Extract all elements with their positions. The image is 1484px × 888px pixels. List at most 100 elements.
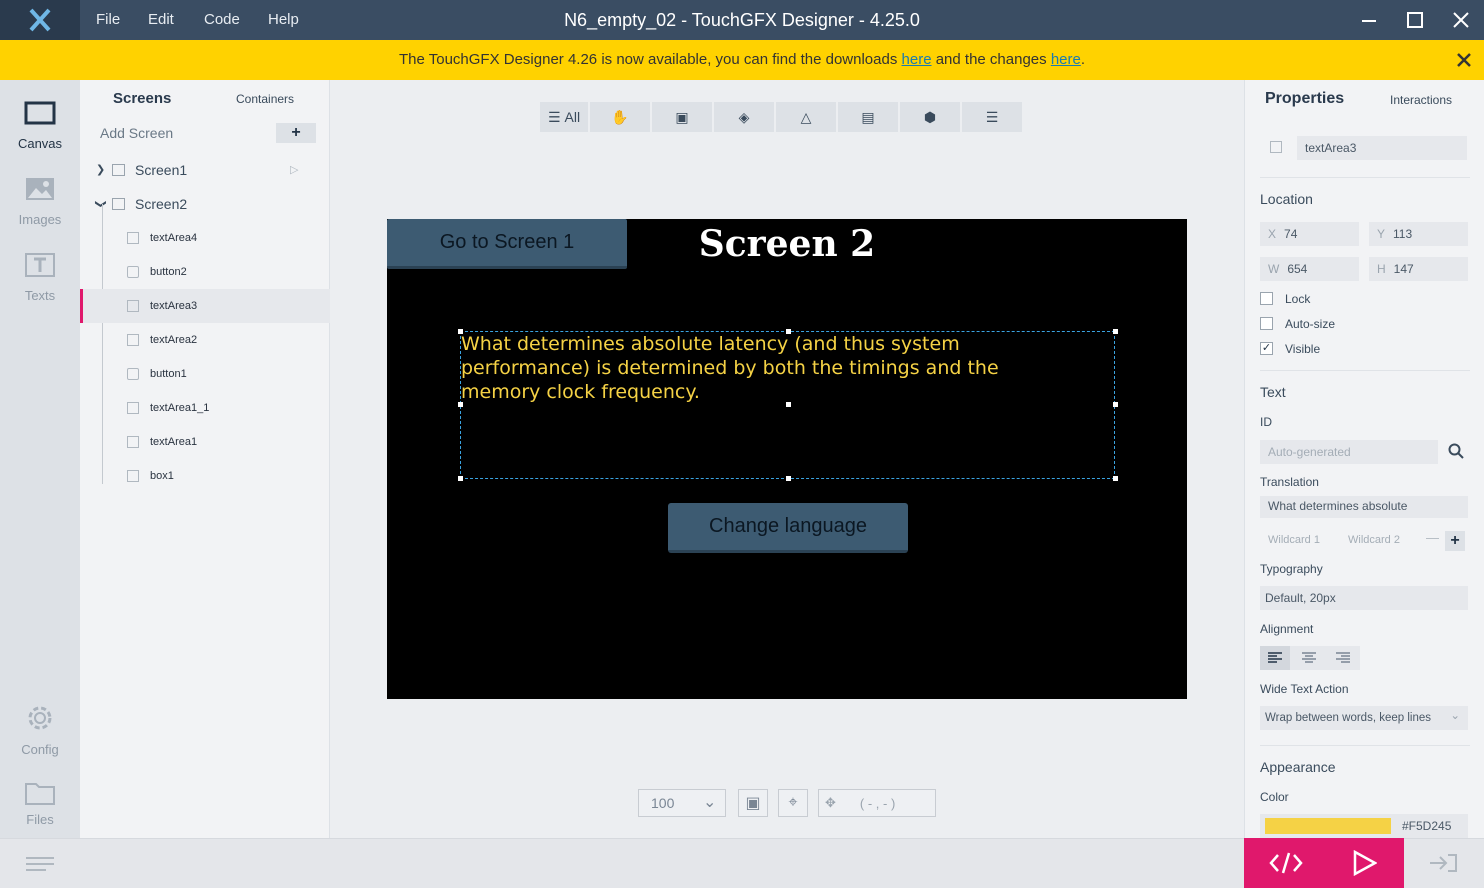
resize-handle[interactable]: [458, 329, 463, 334]
text-widget-icon: [127, 232, 139, 244]
tab-containers[interactable]: Containers: [236, 92, 294, 106]
nav-config[interactable]: Config: [0, 690, 80, 760]
resize-handle[interactable]: [1113, 476, 1118, 481]
nav-images[interactable]: Images: [0, 164, 80, 234]
nav-files[interactable]: Files: [0, 768, 80, 838]
resize-handle[interactable]: [1113, 329, 1118, 334]
nav-canvas[interactable]: Canvas: [0, 88, 80, 158]
nav-label: Images: [18, 212, 62, 227]
visible-checkbox[interactable]: ✓: [1260, 342, 1273, 355]
filter-all-button[interactable]: ☰ All: [540, 102, 588, 132]
play-icon[interactable]: ▷: [290, 153, 298, 187]
search-id-button[interactable]: [1448, 443, 1466, 461]
tree-widget[interactable]: textArea1: [80, 425, 330, 459]
downloads-link[interactable]: here: [902, 51, 932, 68]
tree-widget[interactable]: box1: [80, 459, 330, 493]
y-input[interactable]: Y 113: [1369, 222, 1468, 246]
close-window-button[interactable]: [1438, 0, 1484, 40]
filter-misc-button[interactable]: ☰: [962, 102, 1022, 132]
menu-file[interactable]: File: [96, 0, 120, 40]
translation-input[interactable]: What determines absolute: [1260, 496, 1468, 518]
chevron-right-icon[interactable]: ❯: [96, 153, 105, 187]
wide-text-label: Wide Text Action: [1260, 682, 1349, 696]
tree-label: button2: [150, 266, 187, 278]
filter-progress-button[interactable]: ▤: [838, 102, 898, 132]
maximize-button[interactable]: [1392, 0, 1438, 40]
wildcard2-button[interactable]: Wildcard 2: [1348, 534, 1400, 546]
align-right-button[interactable]: [1328, 646, 1358, 670]
resize-handle[interactable]: [1113, 402, 1118, 407]
button-widget-icon: [127, 368, 139, 380]
tree-widget[interactable]: button1: [80, 357, 330, 391]
wide-text-select[interactable]: Wrap between words, keep lines ⌄: [1260, 706, 1468, 730]
filter-buttons-button[interactable]: ✋: [590, 102, 650, 132]
tree-widget-selected[interactable]: textArea3: [80, 289, 330, 323]
wildcard1-button[interactable]: Wildcard 1: [1268, 534, 1320, 546]
hamburger-icon: [26, 857, 54, 871]
generate-code-button[interactable]: [1266, 848, 1306, 878]
resize-handle[interactable]: [458, 476, 463, 481]
go-to-screen1-button[interactable]: Go to Screen 1: [387, 219, 627, 269]
resize-handle[interactable]: [786, 402, 791, 407]
w-input[interactable]: W 654: [1260, 257, 1359, 281]
menu-code[interactable]: Code: [204, 0, 240, 40]
tree-widget[interactable]: textArea2: [80, 323, 330, 357]
resize-handle[interactable]: [786, 329, 791, 334]
screen-title[interactable]: Screen 2: [677, 223, 897, 265]
fit-view-button[interactable]: ▣: [738, 789, 768, 817]
h-input[interactable]: H 147: [1369, 257, 1468, 281]
id-input[interactable]: Auto-generated: [1260, 440, 1438, 464]
x-input[interactable]: X 74: [1260, 222, 1359, 246]
tree-widget[interactable]: textArea4: [80, 221, 330, 255]
menu-edit[interactable]: Edit: [148, 0, 174, 40]
h-label: H: [1377, 262, 1386, 276]
tree-widget[interactable]: textArea1_1: [80, 391, 330, 425]
coordinate-value: ( - , - ): [859, 795, 896, 811]
filter-containers-button[interactable]: ◈: [714, 102, 774, 132]
zoom-select[interactable]: 100 ⌄: [638, 789, 726, 817]
remove-wildcard-button[interactable]: —: [1426, 530, 1439, 545]
autosize-checkbox[interactable]: [1260, 317, 1273, 330]
changes-link[interactable]: here: [1051, 51, 1081, 68]
crop-button[interactable]: ⌖: [778, 789, 808, 817]
change-language-button[interactable]: Change language: [668, 503, 908, 553]
tree-label: textArea3: [150, 300, 198, 312]
tab-interactions[interactable]: Interactions: [1390, 93, 1452, 107]
resize-handle[interactable]: [786, 476, 791, 481]
align-center-button[interactable]: [1294, 646, 1324, 670]
banner-close-button[interactable]: [1452, 48, 1476, 72]
divider: [1260, 370, 1470, 371]
filter-shapes-button[interactable]: △: [776, 102, 836, 132]
add-screen-button[interactable]: +: [276, 123, 316, 143]
app-logo-icon: [0, 0, 80, 40]
image-icon: ▣: [675, 108, 689, 125]
color-picker[interactable]: #F5D245: [1260, 814, 1468, 838]
tree-screen1[interactable]: ❯ Screen1 ▷: [80, 153, 330, 187]
add-wildcard-button[interactable]: +: [1445, 531, 1465, 551]
focus-icon: ▣: [745, 795, 761, 812]
nav-label: Files: [26, 812, 54, 827]
menu-toggle-button[interactable]: [26, 856, 54, 877]
run-simulator-button[interactable]: [1344, 848, 1384, 878]
menu-help[interactable]: Help: [268, 0, 299, 40]
tree-widget[interactable]: button2: [80, 255, 330, 289]
tree-label: textArea1: [150, 436, 198, 448]
nav-texts[interactable]: Texts: [0, 240, 80, 310]
align-left-button[interactable]: [1260, 646, 1290, 670]
box-widget-icon: [127, 470, 139, 482]
tab-properties[interactable]: Properties: [1265, 90, 1344, 108]
resize-handle[interactable]: [458, 402, 463, 407]
lock-checkbox[interactable]: [1260, 292, 1273, 305]
typography-select[interactable]: Default, 20px: [1260, 586, 1468, 610]
screen-canvas[interactable]: Go to Screen 1 Screen 2 What determines …: [387, 219, 1187, 699]
translation-label: Translation: [1260, 475, 1319, 489]
tab-screens[interactable]: Screens: [113, 90, 171, 107]
minimize-button[interactable]: [1346, 0, 1392, 40]
tree-screen2[interactable]: ❯ Screen2: [80, 187, 330, 221]
exit-button[interactable]: [1428, 853, 1458, 878]
cube-icon: ⬢: [923, 108, 937, 125]
filter-3d-button[interactable]: ⬢: [900, 102, 960, 132]
widget-name-input[interactable]: textArea3: [1297, 136, 1467, 160]
canvas-area: ☰ All ✋ ▣ ◈ △ ▤ ⬢ ☰ Go to Screen 1 Screen…: [330, 80, 1244, 838]
filter-images-button[interactable]: ▣: [652, 102, 712, 132]
